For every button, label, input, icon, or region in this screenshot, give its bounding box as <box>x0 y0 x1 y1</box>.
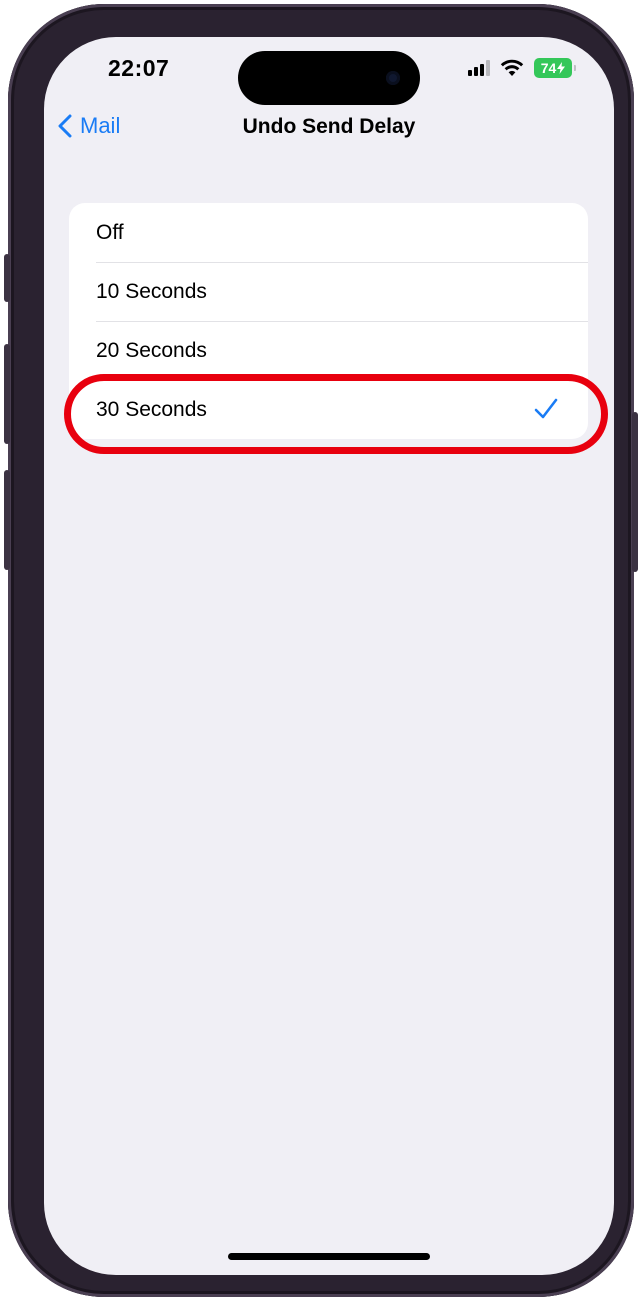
page-title: Undo Send Delay <box>242 115 416 138</box>
option-label: 10 Seconds <box>96 279 207 303</box>
option-30-seconds[interactable]: 30 Seconds <box>69 380 588 439</box>
option-10-seconds[interactable]: 10 Seconds <box>69 262 588 321</box>
charging-bolt-icon <box>557 62 566 74</box>
option-off[interactable]: Off <box>69 203 588 262</box>
delay-options-list: Off 10 Seconds 20 Seconds 30 Seconds <box>69 203 588 439</box>
battery-level: 74 <box>540 60 557 76</box>
dynamic-island <box>238 51 420 105</box>
option-label: 30 Seconds <box>96 397 207 421</box>
cellular-signal-icon <box>468 60 490 76</box>
option-label: 20 Seconds <box>96 338 207 362</box>
wifi-icon <box>500 59 524 76</box>
option-label: Off <box>96 220 124 244</box>
status-time: 22:07 <box>108 55 170 81</box>
home-indicator[interactable] <box>228 1253 430 1260</box>
checkmark-icon <box>534 398 558 419</box>
camera-icon <box>386 71 400 85</box>
action-button <box>4 254 10 302</box>
option-20-seconds[interactable]: 20 Seconds <box>69 321 588 380</box>
screen: 22:07 74 Mail Undo Send Delay Off 10 Sec… <box>44 37 614 1275</box>
power-button <box>632 412 638 572</box>
status-icons: 74 <box>468 57 576 79</box>
volume-up-button <box>4 344 10 444</box>
navigation-bar: Mail Undo Send Delay <box>44 109 614 149</box>
battery-icon: 74 <box>534 58 576 78</box>
volume-down-button <box>4 470 10 570</box>
phone-frame: 22:07 74 Mail Undo Send Delay Off 10 Sec… <box>4 4 638 1297</box>
